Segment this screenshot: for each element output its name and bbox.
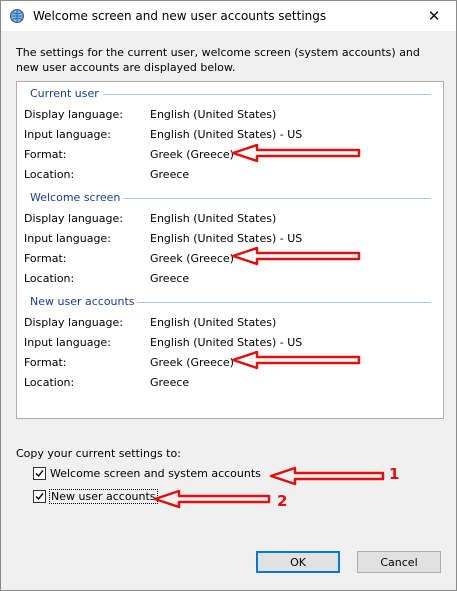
section-title-new-user-accounts: New user accounts: [30, 295, 135, 308]
intro-text: The settings for the current user, welco…: [16, 46, 420, 74]
current-user-format: Greek (Greece): [150, 148, 234, 161]
section-divider: [123, 198, 431, 199]
label-format: Format:: [24, 356, 67, 369]
label-display-language: Display language:: [24, 212, 123, 225]
welcome-location: Greece: [150, 272, 190, 285]
checkmark-icon: [35, 470, 44, 478]
label-input-language: Input language:: [24, 232, 111, 245]
label-location: Location:: [24, 376, 75, 389]
new-user-location: Greece: [150, 376, 190, 389]
close-icon: ✕: [427, 7, 441, 25]
new-user-input-language: English (United States) - US: [150, 336, 303, 349]
red-arrow-annotation: [269, 466, 385, 486]
label-display-language: Display language:: [24, 108, 123, 121]
label-format: Format:: [24, 148, 67, 161]
section-divider: [137, 302, 431, 303]
welcome-format: Greek (Greece): [150, 252, 234, 265]
section-divider: [103, 94, 431, 95]
copy-settings-label: Copy your current settings to:: [16, 447, 181, 460]
section-title-welcome-screen: Welcome screen: [30, 191, 121, 204]
welcome-screen-checkbox-label[interactable]: Welcome screen and system accounts: [50, 467, 261, 480]
ok-button-label: OK: [290, 555, 306, 569]
new-user-accounts-checkbox[interactable]: [33, 490, 46, 503]
red-arrow-annotation: [231, 143, 361, 163]
label-input-language: Input language:: [24, 336, 111, 349]
current-user-location: Greece: [150, 168, 190, 181]
current-user-input-language: English (United States) - US: [150, 128, 303, 141]
red-arrow-annotation: [231, 246, 361, 266]
new-user-accounts-checkbox-label[interactable]: New user accounts: [49, 489, 158, 504]
red-arrow-annotation: [231, 350, 361, 370]
new-user-format: Greek (Greece): [150, 356, 234, 369]
label-display-language: Display language:: [24, 316, 123, 329]
red-arrow-annotation: [153, 489, 271, 509]
annotation-marker-2: 2: [277, 492, 288, 510]
cancel-button-label: Cancel: [380, 555, 418, 569]
label-format: Format:: [24, 252, 67, 265]
section-title-current-user: Current user: [30, 87, 99, 100]
welcome-input-language: English (United States) - US: [150, 232, 303, 245]
new-user-checkbox-row[interactable]: New user accounts: [33, 489, 158, 504]
new-user-display-language: English (United States): [150, 316, 277, 329]
globe-settings-icon: [9, 8, 25, 24]
welcome-screen-checkbox[interactable]: [33, 467, 46, 480]
welcome-display-language: English (United States): [150, 212, 277, 225]
label-input-language: Input language:: [24, 128, 111, 141]
label-location: Location:: [24, 168, 75, 181]
annotation-marker-1: 1: [389, 465, 400, 483]
cancel-button[interactable]: Cancel: [357, 551, 441, 573]
ok-button[interactable]: OK: [256, 551, 340, 573]
checkmark-icon: [35, 493, 44, 501]
window-title: Welcome screen and new user accounts set…: [33, 9, 327, 23]
dialog-window: Welcome screen and new user accounts set…: [0, 0, 457, 591]
title-bar: Welcome screen and new user accounts set…: [1, 1, 456, 31]
welcome-screen-checkbox-row[interactable]: Welcome screen and system accounts: [33, 467, 261, 480]
label-location: Location:: [24, 272, 75, 285]
settings-panel: Current user Display language: English (…: [16, 81, 444, 419]
close-button[interactable]: ✕: [412, 1, 456, 31]
current-user-display-language: English (United States): [150, 108, 277, 121]
